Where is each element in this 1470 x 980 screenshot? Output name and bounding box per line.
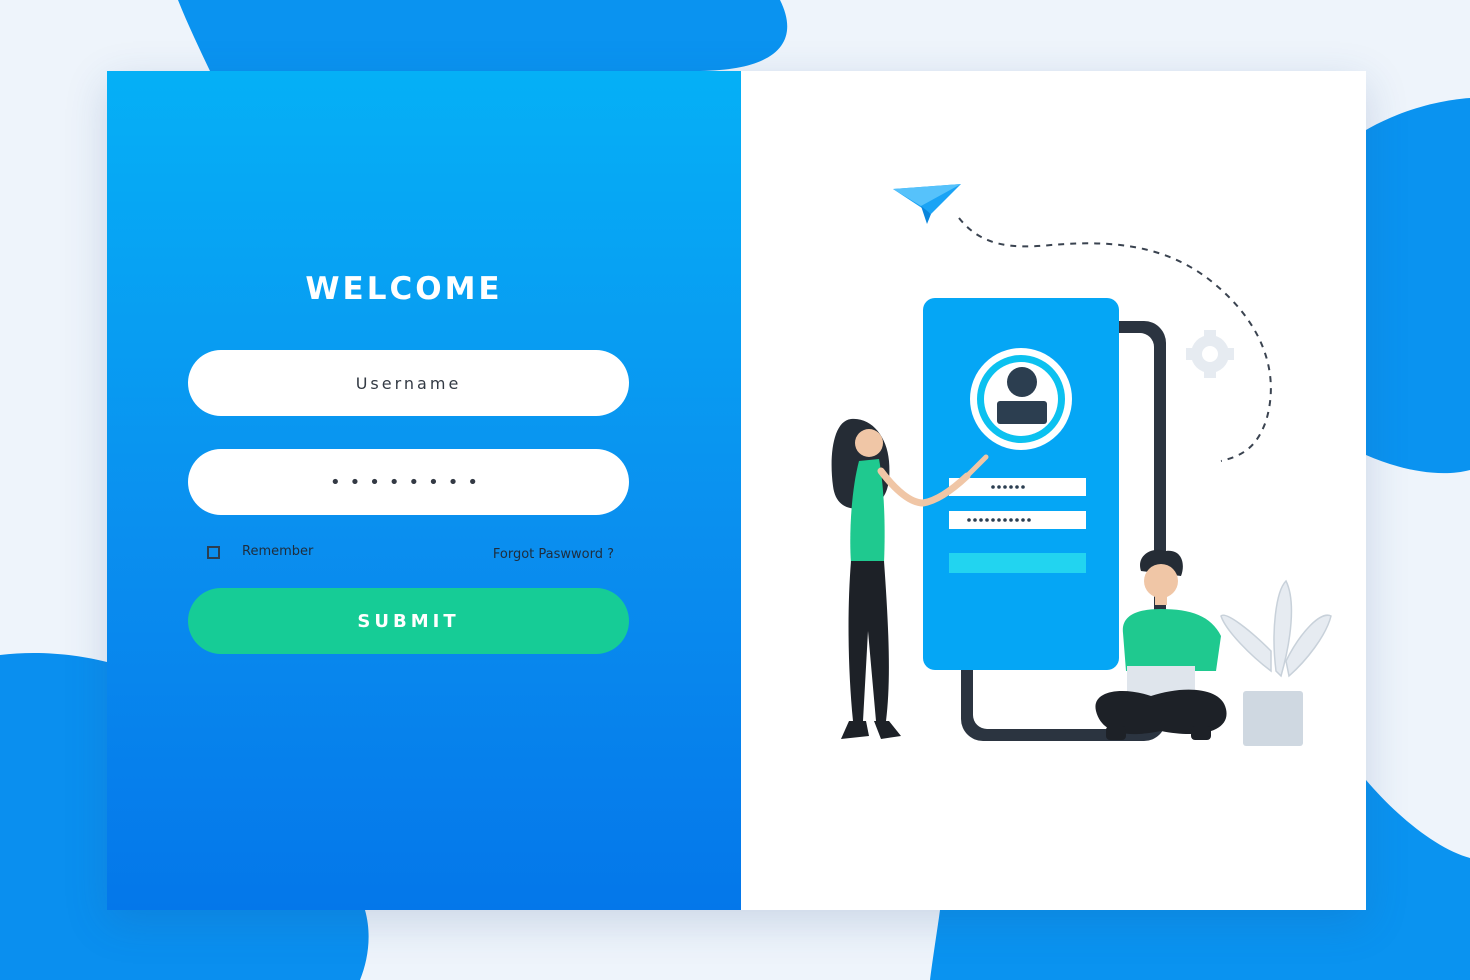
- submit-button[interactable]: SUBMIT: [188, 588, 629, 654]
- bg-blob-top: [178, 0, 788, 71]
- login-form-panel: WELCOME Remember Forgot Paswword ? SUBMI…: [107, 71, 741, 910]
- bg-blob-right-top: [1366, 98, 1470, 474]
- password-input[interactable]: [188, 449, 629, 515]
- paper-plane-icon: [893, 184, 961, 224]
- plant-decoration: [1220, 579, 1332, 746]
- username-input[interactable]: [188, 350, 629, 416]
- login-card: WELCOME Remember Forgot Paswword ? SUBMI…: [107, 71, 1366, 910]
- forgot-password-link[interactable]: Forgot Paswword ?: [493, 547, 614, 562]
- phone-submit-bar: [949, 553, 1086, 573]
- welcome-title: WELCOME: [305, 271, 503, 307]
- small-gear-icon: [1186, 330, 1234, 378]
- login-illustration: [831, 184, 1332, 746]
- remember-label: Remember: [242, 544, 314, 559]
- plant-pot: [1243, 691, 1303, 746]
- remember-checkbox[interactable]: [207, 546, 220, 559]
- illustration-panel: [741, 71, 1366, 910]
